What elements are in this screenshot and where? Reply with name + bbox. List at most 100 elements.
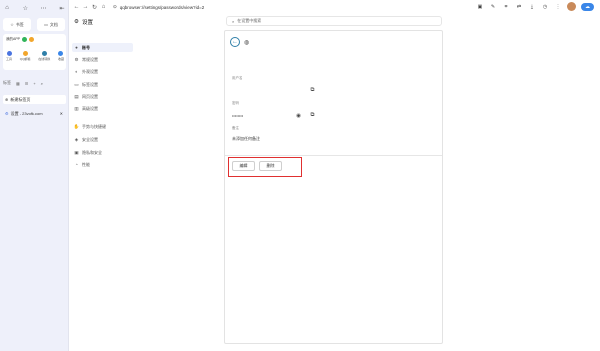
settings-header: ⚙ 设置 [74,18,93,26]
sidebar-item-label: 高级设置 [82,105,98,111]
performance-icon: ◔ [75,162,78,167]
site-globe-icon: ◍ [244,40,250,46]
screenshot-icon[interactable]: ⌗ [502,3,510,11]
history-icon[interactable]: ◷ [541,3,549,11]
menu-icon[interactable]: ⋮ [554,3,562,11]
username-label: 用户名 [232,76,243,80]
tab-settings[interactable]: ⚙ 设置 - 23vofk.com ✕ [3,109,66,118]
password-detail-panel: ← ◍ 用户名 ⧉ 密码 •••••••• ◉ ⧉ 备注 未添加任何备注 编辑 … [224,30,443,344]
back-button[interactable]: ← [230,37,240,47]
more-icon[interactable]: ⋯ [40,4,48,12]
app-item-convert[interactable]: 在线转换 [38,51,50,61]
tools-icon [6,51,12,56]
files-label: 文档 [49,21,58,27]
advanced-icon: ▥ [74,105,79,111]
avatar[interactable] [567,2,576,11]
tab-label: 设置 - 23vofk.com [10,110,43,116]
sidebar-item-label: 网页设置 [82,93,98,99]
sidebar-item-label: 手势与快捷键 [82,123,106,129]
app-label: 收藏 [57,57,64,61]
sidebar-item-general[interactable]: ⚙ 常规设置 [72,55,133,64]
list-icon[interactable]: ☰ [25,81,29,86]
wechat-icon[interactable] [22,37,28,42]
translate-icon[interactable]: ⇄ [515,3,523,11]
page-title: 设置 [81,20,93,26]
app-item-mail[interactable]: QQ邮箱 [19,51,31,61]
copy-username-icon[interactable]: ⧉ [309,87,316,94]
sidebar-item-appearance[interactable]: ◐ 外观设置 [72,67,133,76]
sidebar-item-advanced[interactable]: ▥ 高级设置 [72,104,133,113]
delete-button[interactable]: 删除 [259,161,282,171]
settings-main: ⌕ 在设置中搜索 ← ◍ 用户名 ⧉ 密码 •••••••• ◉ ⧉ 备注 未添… [224,14,600,351]
browser-toolbar: ← → ↻ ⌂ ⊙ qqbrowser://settings/passwords… [69,0,600,14]
eye-icon[interactable]: ◉ [295,112,302,119]
tab-new-tab[interactable]: ⊕ 新建标签页 [3,95,66,104]
new-tab-icon: ⊕ [5,97,9,102]
sidebar-item-label: 隐私和安全 [82,149,102,155]
sidebar-item-security[interactable]: ◈ 安全设置 [72,135,133,144]
app-item-tools[interactable]: 工具 [6,51,12,61]
sidebar-item-web[interactable]: ▤ 网页设置 [72,92,133,101]
gear-icon: ⚙ [74,56,79,62]
tab-add-icon[interactable]: + [33,81,35,86]
apps-title: 我的APP [6,37,21,41]
tabs-header-label: 标签 [3,80,11,85]
cloud-icon[interactable]: ☁ [581,2,594,11]
tabs-header: 标签 ▦ ☰ + ⌕ [3,80,66,86]
sidebar-item-account[interactable]: ● 账号 [72,43,133,52]
close-icon[interactable]: ✕ [60,111,63,116]
star-icon[interactable]: ☆ [21,4,29,12]
sidebar-item-label: 安全设置 [82,136,98,142]
toolbar-actions: ▣ ✎ ⌗ ⇄ ⤓ ◷ ⋮ ☁ [476,2,594,11]
divider [225,155,442,156]
sidebar-item-gestures[interactable]: ✋ 手势与快捷键 [72,122,133,131]
sidebar-item-performance[interactable]: ◔ 性能 [72,160,133,169]
forward-icon[interactable]: → [81,3,90,12]
bookmarks-button[interactable]: ☆ 书签 [3,18,31,31]
gesture-icon: ✋ [73,123,80,129]
note-value: 未添加任何备注 [232,136,260,141]
files-button[interactable]: ▭ 文档 [37,18,65,31]
home-icon[interactable]: ⌂ [99,3,108,12]
app-label: QQ邮箱 [19,57,31,61]
password-value: •••••••• [232,113,244,118]
settings-tab-icon: ⚙ [5,111,9,116]
refresh-icon[interactable]: ↻ [90,3,99,12]
search-input[interactable]: 在设置中搜索 [237,18,261,24]
back-icon[interactable]: ← [72,3,81,12]
search-icon: ⌕ [232,18,235,24]
browser-side-panel: ⌂ ☆ ⋯ ⇤ ☆ 书签 ▭ 文档 我的APP 工具 QQ邮箱 在线转换 收藏 … [0,0,69,351]
sidebar-item-label: 性能 [82,161,90,167]
convert-icon [41,51,47,56]
panel-toggle-icon[interactable]: ⇤ [58,4,66,12]
sidebar-item-label: 外观设置 [82,68,98,74]
site-info-icon[interactable]: ⊙ [113,4,117,10]
folder-icon: ▭ [44,22,48,27]
grid-icon[interactable]: ▦ [16,81,20,86]
bookmark-icon[interactable]: ✎ [489,3,497,11]
side-panel-toolbar: ⌂ ☆ ⋯ ⇤ [3,3,66,13]
sidebar-item-privacy[interactable]: ▣ 隐私和安全 [72,148,133,157]
tab-label: 新建标签页 [10,96,31,102]
apps-title-row: 我的APP [6,37,35,42]
sidebar-item-label: 账号 [82,44,90,50]
app-label: 工具 [6,57,13,61]
home-icon[interactable]: ⌂ [3,4,11,12]
tab-search-icon[interactable]: ⌕ [41,81,43,86]
app-item-favorites[interactable]: 收藏 [58,51,64,61]
download-icon[interactable]: ⤓ [528,3,536,11]
extension-icon[interactable]: ▣ [476,3,484,11]
settings-search[interactable]: ⌕ 在设置中搜索 [226,16,442,26]
sidebar-item-label: 常规设置 [82,56,98,62]
copy-password-icon[interactable]: ⧉ [309,112,316,119]
app-label: 在线转换 [38,57,51,61]
apps-list: 工具 QQ邮箱 在线转换 收藏 [6,51,64,61]
sidebar-item-tabs[interactable]: ▭ 标签设置 [72,80,133,89]
bookmarks-label: 书签 [15,21,24,27]
settings-sidebar: ⚙ 设置 ● 账号 ⚙ 常规设置 ◐ 外观设置 ▭ 标签设置 ▤ 网页设置 ▥ … [69,14,224,351]
edit-button[interactable]: 编辑 [232,161,255,171]
tab-icon: ▭ [74,81,79,87]
address-bar[interactable]: ⊙ qqbrowser://settings/passwords/view?id… [113,2,348,12]
sidebar-item-label: 标签设置 [82,81,98,87]
app-icon[interactable] [29,37,35,42]
